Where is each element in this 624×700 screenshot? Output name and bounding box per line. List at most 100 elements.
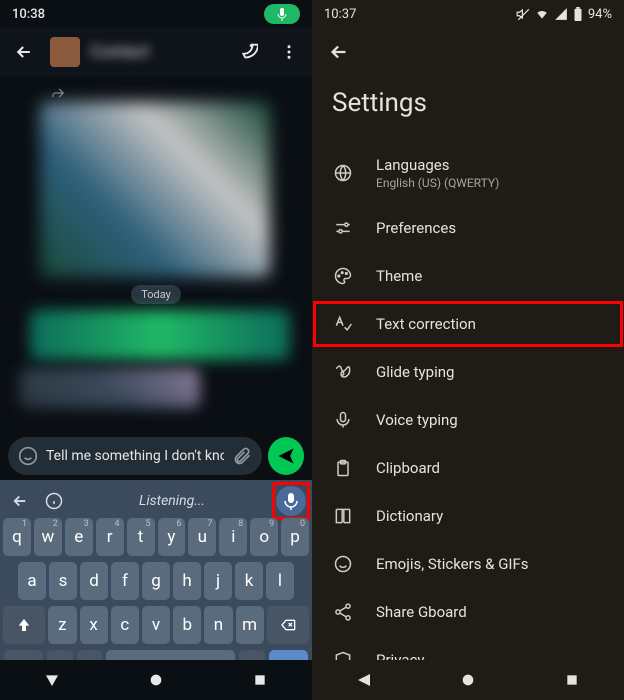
- menu-button[interactable]: [274, 37, 304, 67]
- settings-item-clipboard[interactable]: Clipboard: [312, 444, 624, 492]
- kbd-back-button[interactable]: [6, 487, 34, 515]
- settings-item-theme[interactable]: Theme: [312, 252, 624, 300]
- key-c[interactable]: c: [111, 606, 139, 644]
- key-o[interactable]: o9: [250, 518, 278, 556]
- settings-item-voice-typing[interactable]: Voice typing: [312, 396, 624, 444]
- settings-item-subtitle: English (US) (QWERTY): [376, 176, 499, 190]
- mic-icon: [332, 410, 354, 430]
- emoji-icon[interactable]: [18, 446, 38, 466]
- key-n[interactable]: n: [204, 606, 232, 644]
- forward-icon: [50, 86, 302, 100]
- incoming-message[interactable]: [40, 102, 302, 277]
- key-i[interactable]: i8: [219, 518, 247, 556]
- outgoing-message[interactable]: [30, 310, 302, 360]
- chat-header: Contact: [0, 28, 312, 76]
- gesture-icon: [332, 362, 354, 382]
- chat-contact-name[interactable]: Contact: [90, 42, 220, 62]
- nav-home[interactable]: [460, 672, 476, 688]
- key-u[interactable]: u7: [188, 518, 216, 556]
- settings-title: Settings: [312, 76, 624, 142]
- key-y[interactable]: y6: [158, 518, 186, 556]
- voice-input-button[interactable]: [276, 486, 306, 516]
- settings-item-label: Preferences: [376, 219, 456, 237]
- kbd-status-text: Listening...: [74, 493, 270, 509]
- incoming-message-2[interactable]: [20, 368, 200, 408]
- status-time: 10:37: [324, 7, 356, 22]
- avatar[interactable]: [50, 37, 80, 67]
- key-v[interactable]: v: [142, 606, 170, 644]
- key-j[interactable]: j: [204, 562, 232, 600]
- message-input[interactable]: [46, 448, 224, 464]
- date-separator: Today: [10, 285, 302, 304]
- settings-item-label: Glide typing: [376, 363, 454, 381]
- settings-item-label: Dictionary: [376, 507, 443, 525]
- settings-item-label: Emojis, Stickers & GIFs: [376, 555, 529, 573]
- settings-item-dictionary[interactable]: Dictionary: [312, 492, 624, 540]
- battery-pct: 94%: [588, 7, 612, 22]
- key-q[interactable]: q1: [3, 518, 31, 556]
- clipboard-icon: [332, 458, 354, 478]
- key-h[interactable]: h: [173, 562, 201, 600]
- sliders-icon: [332, 218, 354, 238]
- settings-item-share-gboard[interactable]: Share Gboard: [312, 588, 624, 636]
- key-t[interactable]: t5: [127, 518, 155, 556]
- key-p[interactable]: p0: [281, 518, 309, 556]
- key-backspace[interactable]: [267, 606, 309, 644]
- key-e[interactable]: e3: [65, 518, 93, 556]
- status-time: 10:38: [12, 7, 45, 22]
- settings-item-emojis-stickers-gifs[interactable]: Emojis, Stickers & GIFs: [312, 540, 624, 588]
- mute-icon: [516, 7, 530, 21]
- video-call-button[interactable]: [230, 35, 264, 69]
- key-d[interactable]: d: [80, 562, 108, 600]
- book-icon: [332, 506, 354, 526]
- nav-back[interactable]: [44, 672, 60, 688]
- settings-back-row: [312, 28, 624, 76]
- key-b[interactable]: b: [173, 606, 201, 644]
- settings-item-languages[interactable]: LanguagesEnglish (US) (QWERTY): [312, 142, 624, 204]
- back-button[interactable]: [8, 36, 40, 68]
- palette-icon: [332, 266, 354, 286]
- key-f[interactable]: f: [111, 562, 139, 600]
- settings-item-label: Share Gboard: [376, 603, 467, 621]
- nav-back[interactable]: [356, 672, 372, 688]
- nav-home[interactable]: [148, 672, 164, 688]
- attach-icon[interactable]: [232, 446, 252, 466]
- battery-icon: [573, 7, 583, 21]
- send-button[interactable]: [268, 437, 304, 475]
- key-a[interactable]: a: [18, 562, 46, 600]
- nav-recent[interactable]: [252, 672, 268, 688]
- signal-icon: [554, 7, 568, 21]
- key-s[interactable]: s: [49, 562, 77, 600]
- key-g[interactable]: g: [142, 562, 170, 600]
- key-z[interactable]: z: [48, 606, 76, 644]
- chat-messages[interactable]: Today: [0, 76, 312, 432]
- message-image: [40, 102, 270, 277]
- back-button[interactable]: [328, 41, 350, 63]
- spellcheck-icon: [332, 314, 354, 334]
- settings-item-text-correction[interactable]: Text correction: [312, 300, 624, 348]
- key-m[interactable]: m: [236, 606, 264, 644]
- nav-bar-right: [312, 660, 624, 700]
- recording-indicator[interactable]: [264, 4, 300, 24]
- key-k[interactable]: k: [235, 562, 263, 600]
- globe-icon: [332, 163, 354, 183]
- settings-item-label: Clipboard: [376, 459, 440, 477]
- settings-item-glide-typing[interactable]: Glide typing: [312, 348, 624, 396]
- status-bar-left: 10:38: [0, 0, 312, 28]
- nav-recent[interactable]: [564, 672, 580, 688]
- message-input-container[interactable]: [8, 437, 262, 475]
- settings-item-preferences[interactable]: Preferences: [312, 204, 624, 252]
- key-l[interactable]: l: [266, 562, 294, 600]
- nav-bar-left: [0, 660, 312, 700]
- wifi-icon: [535, 7, 549, 21]
- message-input-row: [0, 432, 312, 480]
- share-icon: [332, 602, 354, 622]
- kbd-info-button[interactable]: [40, 487, 68, 515]
- emoji-icon: [332, 554, 354, 574]
- key-x[interactable]: x: [80, 606, 108, 644]
- key-r[interactable]: r4: [96, 518, 124, 556]
- settings-item-label: Text correction: [376, 315, 476, 333]
- settings-item-label: Theme: [376, 267, 422, 285]
- key-w[interactable]: w2: [34, 518, 62, 556]
- key-shift[interactable]: [3, 606, 45, 644]
